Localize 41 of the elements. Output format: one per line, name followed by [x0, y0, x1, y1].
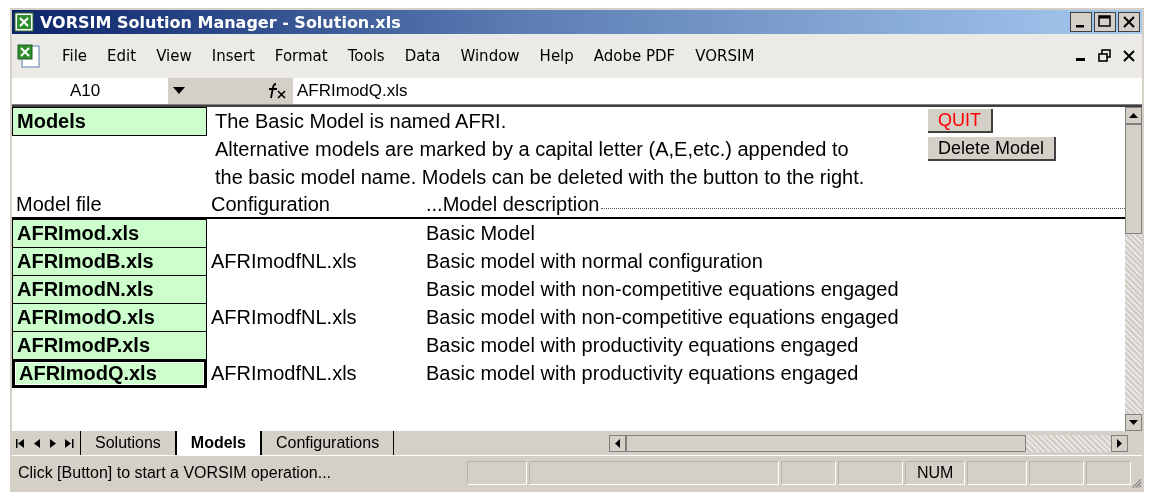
note-text: the basic model name. Models can be deleted with the button to the right.: [214, 164, 865, 190]
menu-item[interactable]: Help: [529, 47, 584, 65]
sheet-title-cell: Models: [12, 107, 207, 136]
sheet-tab[interactable]: Configurations: [260, 431, 395, 455]
menu-item[interactable]: VORSIM: [685, 47, 765, 65]
menu-item[interactable]: Window: [450, 47, 530, 65]
table-cell-text: AFRImodfNL.xls: [210, 248, 358, 274]
menu-item[interactable]: File: [52, 47, 98, 65]
name-box[interactable]: A10: [12, 78, 168, 104]
table-cell-text: Basic model with productivity equations engaged: [425, 360, 860, 386]
menu-item[interactable]: Adobe PDF: [583, 47, 686, 65]
table-cell-text: Basic model with non-competitive equations engaged: [425, 276, 900, 302]
window-title: VORSIM Solution Manager - Solution.xls: [40, 12, 402, 32]
sheet-button[interactable]: Delete Model: [928, 137, 1057, 161]
menu-item[interactable]: Format: [264, 47, 338, 65]
menu-item[interactable]: Data: [394, 47, 451, 65]
table-cell-text: Basic model with productivity equations engaged: [425, 332, 860, 358]
table-cell-text: Basic model with non-competitive equations engaged: [425, 304, 900, 330]
column-header: Configuration: [207, 191, 422, 219]
table-cell-text: Basic Model: [425, 220, 536, 246]
status-message: Click [Button] to start a VORSIM operation...: [18, 464, 332, 482]
table-cell[interactable]: AFRImodB.xls: [12, 247, 207, 276]
table-cell[interactable]: AFRImod.xls: [12, 219, 207, 248]
menu-item[interactable]: Tools: [337, 47, 395, 65]
table-cell-text: AFRImodfNL.xls: [210, 304, 358, 330]
table-cell[interactable]: AFRImodP.xls: [12, 331, 207, 360]
formula-field[interactable]: AFRImodQ.xls: [293, 78, 1142, 104]
column-header: ...Model description: [426, 192, 600, 216]
table-cell[interactable]: AFRImodO.xls: [12, 303, 207, 332]
note-text: The Basic Model is named AFRI.: [214, 108, 507, 134]
menu-item[interactable]: Insert: [201, 47, 265, 65]
menu-item[interactable]: Edit: [97, 47, 147, 65]
sheet-tab[interactable]: Solutions: [80, 431, 176, 455]
table-cell-text: AFRImodfNL.xls: [210, 360, 358, 386]
note-text: Alternative models are marked by a capital letter (A,E,etc.) appended to: [214, 136, 849, 162]
table-cell[interactable]: AFRImodN.xls: [12, 275, 207, 304]
table-cell-text: Basic model with normal configuration: [425, 248, 764, 274]
table-cell[interactable]: AFRImodQ.xls: [12, 359, 207, 388]
menu-item[interactable]: View: [146, 47, 202, 65]
sheet-tab[interactable]: Models: [175, 431, 261, 455]
status-indicator: NUM: [905, 461, 966, 485]
